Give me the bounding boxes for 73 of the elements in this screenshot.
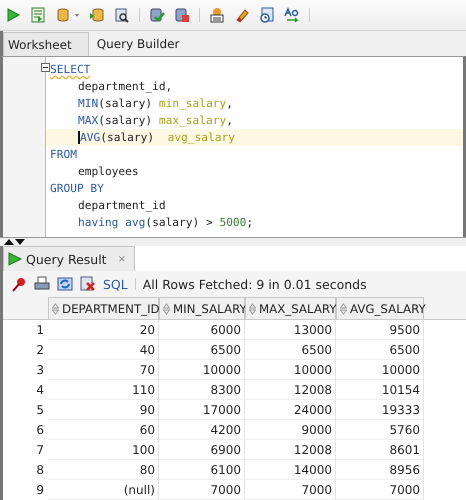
code-line: department_id, [78,80,172,93]
table-cell: 90 [48,400,159,420]
table-cell: 17000 [159,400,245,420]
delete-icon[interactable] [80,276,96,292]
table-cell: 5760 [336,420,424,440]
code-line: GROUP BY [50,182,104,195]
script-icon[interactable] [30,7,46,23]
print-icon[interactable] [34,276,50,292]
table-cell: 14000 [245,460,336,480]
table-cell: 13000 [245,320,336,340]
table-cell: 12008 [245,440,336,460]
table-cell: 24000 [245,400,336,420]
table-cell: 20 [48,320,159,340]
column-header[interactable]: AVG_SALARY [336,297,424,319]
table-cell: 80 [48,460,159,480]
table-cell: 7000 [159,480,245,500]
format-icon[interactable] [284,7,300,23]
table-cell: 6500 [336,340,424,360]
code-line: employees [78,165,139,178]
table-cell: 8601 [336,440,424,460]
table-cell: 19333 [336,400,424,420]
refresh-icon[interactable] [57,276,73,292]
search-icon[interactable] [114,7,130,23]
table-cell: 8300 [159,380,245,400]
query-result-tab[interactable]: Query Result × [3,246,135,271]
table-cell: 6100 [159,460,245,480]
code-line: having avg(salary) > 5000; [78,216,254,229]
table-cell: 6500 [159,340,245,360]
column-header[interactable]: MIN_SALARY [159,297,245,319]
code-line: SELECT [50,63,90,76]
table-cell: 10000 [336,360,424,380]
rollback-icon[interactable] [174,7,190,23]
collapse-icon[interactable] [41,63,50,72]
code-line: MAX(salary) max_salary, [78,114,233,127]
history-icon[interactable] [259,7,275,23]
table-cell: 10000 [245,360,336,380]
table-cell: 7000 [336,480,424,500]
table-cell: 6900 [159,440,245,460]
table-cell: 6000 [159,320,245,340]
splitter-arrows-icon[interactable] [4,238,26,246]
table-cell: 8956 [336,460,424,480]
status-text: All Rows Fetched: 9 in 0.01 seconds [142,276,367,292]
eraser-icon[interactable] [234,7,250,23]
table-cell: 10000 [159,360,245,380]
table-cell: 70 [48,360,159,380]
table-cell: 60 [48,420,159,440]
table-cell: 100 [48,440,159,460]
run-icon [7,251,23,267]
table-cell: (null) [48,480,159,500]
editor-tab[interactable]: Query Builder [88,32,188,56]
table-cell: 9500 [336,320,424,340]
database-icon[interactable] [55,7,71,23]
table-cell: 4200 [159,420,245,440]
table-cell: 10154 [336,380,424,400]
column-header[interactable]: DEPARTMENT_ID [48,297,159,319]
database-icon[interactable] [89,7,105,23]
table-cell: 6500 [245,340,336,360]
sql-tuning-icon[interactable] [209,7,225,23]
table-cell: 9000 [245,420,336,440]
table-cell: 7000 [245,480,336,500]
editor-tab[interactable]: Worksheet [3,32,89,56]
commit-icon[interactable] [149,7,165,23]
code-line: AVG(salary) avg_salary [78,131,235,144]
sql-link[interactable]: SQL [103,276,128,292]
table-cell: 40 [48,340,159,360]
table-cell: 12008 [245,380,336,400]
run-icon[interactable] [5,7,21,23]
column-header[interactable]: MAX_SALARY [245,297,336,319]
code-line: MIN(salary) min_salary, [78,97,233,110]
table-cell: 110 [48,380,159,400]
code-line: department_id [78,199,166,212]
pin-icon[interactable] [11,276,27,292]
code-line: FROM [50,148,77,161]
